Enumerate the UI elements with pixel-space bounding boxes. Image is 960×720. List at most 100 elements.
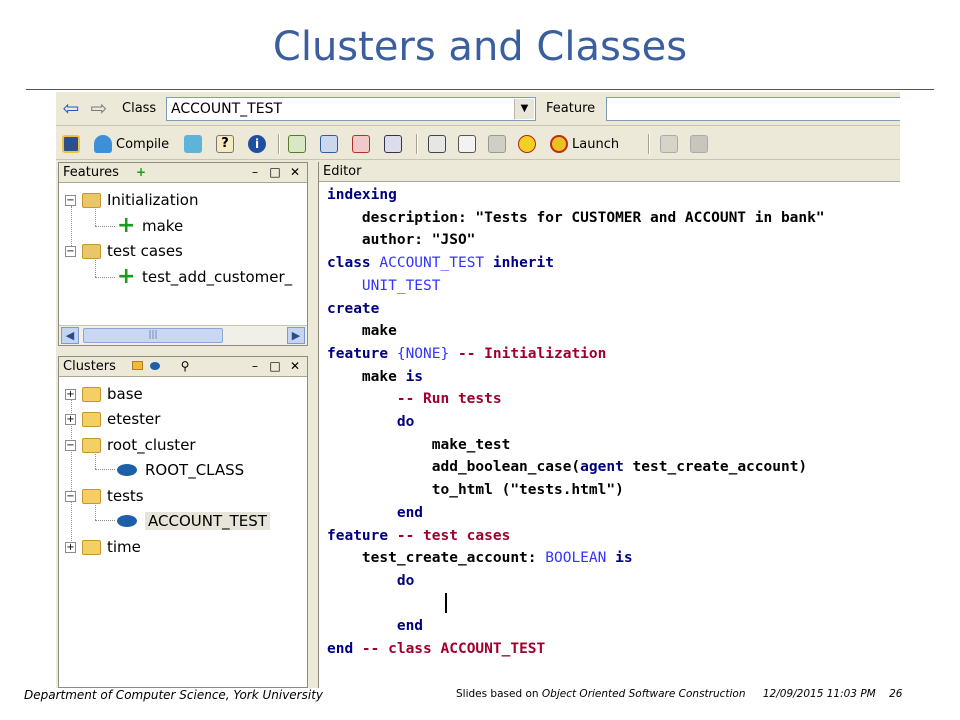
freeze-button[interactable] [320,133,338,155]
class-label: Class [122,101,157,116]
document-blue-icon [320,135,338,153]
code-line: end [327,618,424,635]
address-bar: ⇦ ⇨ Class ACCOUNT_TEST ▼ Feature [56,92,900,126]
class-oval-icon[interactable] [147,358,163,374]
cluster-etester[interactable]: + etester [65,408,160,430]
horizontal-scrollbar[interactable]: ◀ ||| ▶ [59,325,307,345]
feature-combobox[interactable] [606,97,900,121]
class-combobox[interactable]: ACCOUNT_TEST ▼ [166,97,536,121]
maximize-icon[interactable]: □ [267,164,283,180]
hand-icon [660,135,678,153]
tree-item-initialization[interactable]: − Initialization [65,189,198,211]
document-arrow-icon [288,135,306,153]
code-line: test_create_account: BOOLEAN is [327,550,633,567]
tree-item-test-add-customer[interactable]: + test_add_customer_ [117,266,292,288]
launch-icon [550,135,568,153]
add-feature-icon[interactable]: + [133,164,149,180]
collapse-icon[interactable]: − [65,439,76,451]
feature-plus-icon: + [117,213,136,238]
scroll-left-icon[interactable]: ◀ [61,327,79,344]
collapse-icon[interactable]: − [65,245,76,257]
code-line: add_boolean_case(agent test_create_accou… [327,459,808,476]
info-button[interactable]: i [248,133,266,155]
feature-label: Feature [546,101,596,116]
class-oval-icon [117,515,137,527]
code-line: indexing [327,187,397,203]
tree-item-label: base [107,385,143,403]
kill-icon [690,135,708,153]
class-root-class[interactable]: ROOT_CLASS [117,459,244,481]
code-line: author: "JSO" [327,232,476,249]
folder-icon [82,539,101,555]
step-button[interactable] [488,133,506,155]
feature-plus-icon: + [117,264,136,289]
system-gear-icon [62,135,80,153]
launch-button[interactable]: Launch [550,133,619,155]
cluster-base[interactable]: + base [65,383,143,405]
code-line: UNIT_TEST [361,277,441,294]
document-red-icon [352,135,370,153]
code-line: class ACCOUNT_TEST inherit [327,255,554,272]
launch-label: Launch [572,136,620,152]
expand-icon[interactable]: + [65,413,76,425]
scroll-right-icon[interactable]: ▶ [287,327,305,344]
class-account-test[interactable]: ACCOUNT_TEST [117,510,270,532]
close-icon[interactable]: ✕ [287,358,303,374]
collapse-icon[interactable]: − [65,194,76,206]
scroll-thumb[interactable]: ||| [83,328,223,343]
cluster-tests[interactable]: − tests [65,485,144,507]
finalize-button[interactable] [184,133,202,155]
help-button[interactable]: ? [216,133,234,155]
code-line: create [327,300,380,317]
footer-department: Department of Computer Science, York Uni… [24,688,324,702]
help-icon: ? [216,135,234,153]
expand-icon[interactable]: + [65,388,76,400]
collapse-icon[interactable]: − [65,490,76,502]
folder-icon [82,488,101,504]
feature-clause-icon [82,192,101,208]
compile-icon [94,135,112,153]
tree-connector-line [95,277,115,278]
format-button[interactable] [428,133,446,155]
code-line: end [327,504,424,521]
toolbar-separator [416,134,418,154]
document-icon [458,135,476,153]
forward-arrow-icon[interactable]: ⇨ [86,97,112,119]
tree-item-label: root_cluster [107,436,196,454]
tree-item-make[interactable]: + make [117,215,183,237]
code-line: to_html ("tests.html") [327,482,624,499]
compile-button[interactable]: Compile [94,133,169,155]
footer-prefix: Slides based on [456,688,542,700]
tree-item-test-cases[interactable]: − test cases [65,240,183,262]
footer-page-number: 26 [889,688,903,700]
stop-button[interactable] [660,133,678,155]
cluster-root-cluster[interactable]: − root_cluster [65,434,196,456]
editor-panel: Editor indexing description: "Tests for … [318,162,900,688]
code-area[interactable]: indexing description: "Tests for CUSTOME… [327,184,897,684]
cluster-time[interactable]: + time [65,536,141,558]
eiffel-studio-window: ⇦ ⇨ Class ACCOUNT_TEST ▼ Feature Compile… [56,92,900,688]
clusters-panel-header: Clusters ⚲ – □ ✕ [59,357,307,377]
minimize-icon[interactable]: – [247,164,263,180]
format-icon [428,135,446,153]
footer-datetime: 12/09/2015 11:03 PM [762,688,876,700]
document-button[interactable] [458,133,476,155]
search-icon[interactable]: ⚲ [177,358,193,374]
tree-item-label: etester [107,410,161,428]
maximize-icon[interactable]: □ [267,358,283,374]
expand-icon[interactable]: + [65,541,76,553]
system-button[interactable] [62,133,80,155]
clean-button[interactable] [352,133,370,155]
reset-button[interactable] [384,133,402,155]
minimize-icon[interactable]: – [247,358,263,374]
folder-icon [82,411,101,427]
close-icon[interactable]: ✕ [287,164,303,180]
kill-button[interactable] [690,133,708,155]
tree-item-label: tests [107,487,144,505]
back-arrow-icon[interactable]: ⇦ [58,97,84,119]
footer-book-title: Object Oriented Software Construction [541,688,746,700]
chevron-down-icon[interactable]: ▼ [514,99,534,119]
debug-run-button[interactable] [518,133,536,155]
run-finalized-button[interactable] [288,133,306,155]
folder-icon[interactable] [129,358,145,374]
